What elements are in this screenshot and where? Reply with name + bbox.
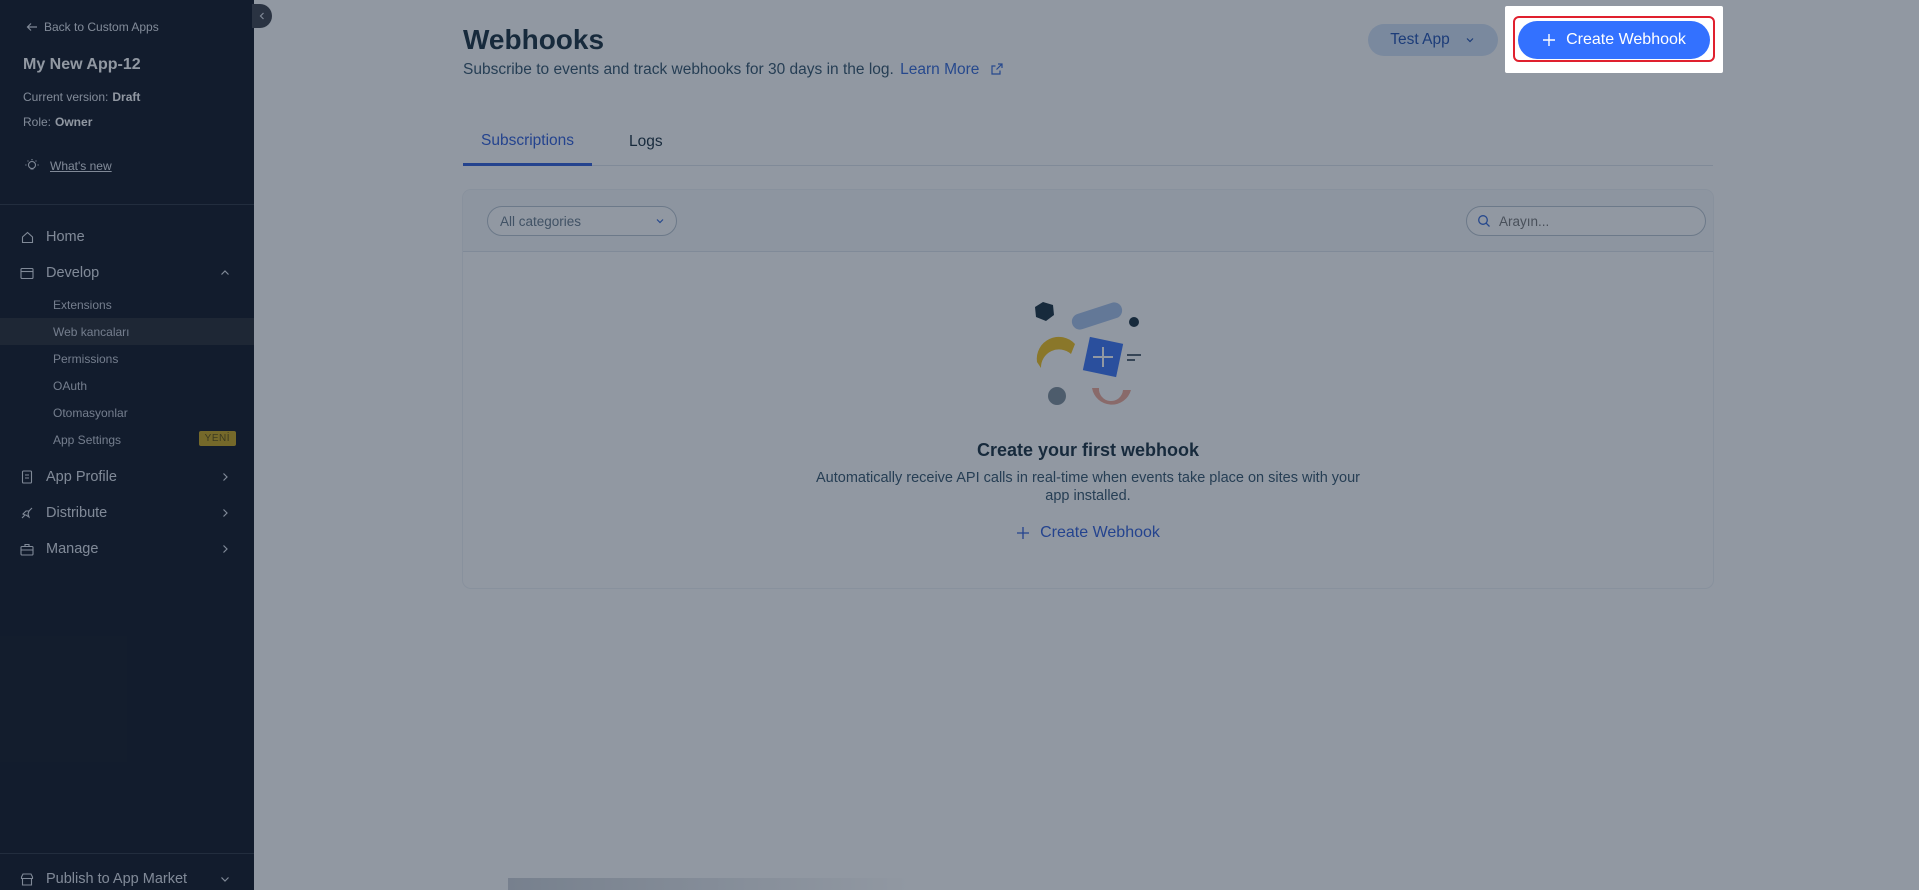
role-line: Role: Owner	[23, 115, 92, 129]
chevron-left-icon	[259, 12, 264, 20]
chevron-right-icon	[223, 473, 228, 481]
tab-label: Subscriptions	[481, 131, 575, 149]
sidebar-subitem-oauth[interactable]: OAuth	[0, 372, 254, 399]
sidebar-subitem-webhooks[interactable]: Web kancaları	[0, 318, 254, 345]
create-webhook-label: Create Webhook	[1566, 31, 1686, 48]
subitem-label: Extensions	[53, 297, 112, 312]
briefcase-icon	[20, 542, 34, 556]
page-title: Webhooks	[463, 24, 605, 55]
learn-more-label: Learn More	[900, 61, 980, 78]
learn-more-link[interactable]: Learn More	[900, 61, 1004, 78]
subitem-label: Otomasyonlar	[53, 405, 128, 420]
search-input[interactable]	[1499, 213, 1699, 229]
role-value: Owner	[55, 115, 93, 129]
back-to-custom-apps-link[interactable]: Back to Custom Apps	[26, 20, 159, 34]
sidebar-item-distribute[interactable]: Distribute	[0, 498, 254, 528]
sidebar-item-manage[interactable]: Manage	[0, 534, 254, 564]
sidebar-divider	[0, 853, 254, 854]
subitem-label: Permissions	[53, 351, 119, 366]
role-label: Role:	[23, 115, 52, 129]
sidebar-item-label: Distribute	[46, 505, 108, 521]
subitem-label: OAuth	[53, 378, 88, 393]
version-line: Current version: Draft	[23, 90, 140, 104]
version-value: Draft	[112, 90, 141, 104]
app-selector-label: Test App	[1390, 31, 1450, 48]
sidebar-subitem-permissions[interactable]: Permissions	[0, 345, 254, 372]
external-link-icon	[991, 63, 1003, 75]
sidebar-item-label: Develop	[46, 265, 100, 281]
chevron-down-icon	[1466, 38, 1474, 43]
new-badge: YENİ	[198, 431, 236, 446]
app-name: My New App-12	[23, 56, 141, 73]
empty-state-cta-label: Create Webhook	[1040, 524, 1160, 541]
whats-new-link[interactable]: What's new	[24, 158, 112, 174]
back-link-label: Back to Custom Apps	[44, 20, 159, 34]
plus-icon	[1017, 527, 1030, 539]
arrow-left-icon	[26, 23, 37, 31]
chevron-right-icon	[223, 545, 228, 553]
create-webhook-button[interactable]: Create Webhook	[1518, 21, 1710, 59]
sidebar-item-label: App Profile	[46, 469, 117, 485]
sidebar-item-develop[interactable]: Develop	[0, 258, 254, 288]
tab-label: Logs	[629, 133, 663, 150]
search-box[interactable]	[1466, 206, 1706, 236]
main-content: Webhooks Subscribe to events and track w…	[254, 0, 1919, 890]
sidebar-item-label: Manage	[46, 541, 99, 557]
whats-new-label: What's new	[50, 159, 112, 173]
sidebar-item-app-profile[interactable]: App Profile	[0, 462, 254, 492]
document-icon	[20, 470, 34, 484]
code-window-icon	[20, 266, 34, 280]
empty-state-title: Create your first webhook	[976, 440, 1200, 460]
empty-state-create-webhook-button[interactable]: Create Webhook	[463, 524, 1713, 542]
chevron-down-icon	[221, 877, 229, 882]
sidebar-item-label: Publish to App Market	[46, 871, 188, 887]
empty-state-description: Automatically receive API calls in real-…	[816, 470, 1360, 504]
sidebar-item-label: Home	[46, 229, 85, 245]
search-icon	[1478, 215, 1490, 227]
sidebar: Back to Custom Apps My New App-12 Curren…	[0, 0, 254, 890]
store-icon	[20, 872, 34, 886]
rocket-icon	[20, 506, 34, 520]
empty-state-illustration	[1035, 302, 1141, 405]
tab-bar: Subscriptions Logs	[463, 118, 1713, 166]
sidebar-subitem-automations[interactable]: Otomasyonlar	[0, 399, 254, 426]
lightbulb-icon	[25, 159, 39, 170]
app-selector-dropdown[interactable]: Test App	[1368, 24, 1498, 56]
subtitle-text: Subscribe to events and track webhooks f…	[463, 61, 894, 78]
subitem-label: App Settings	[53, 432, 122, 447]
chevron-up-icon	[221, 270, 229, 275]
sidebar-item-publish[interactable]: Publish to App Market	[0, 864, 254, 890]
version-label: Current version:	[23, 90, 109, 104]
chevron-down-icon	[656, 219, 664, 224]
sidebar-item-home[interactable]: Home	[0, 222, 254, 252]
sidebar-subitem-extensions[interactable]: Extensions	[0, 291, 254, 318]
scrollbar-hint	[508, 878, 908, 890]
sidebar-subitem-app-settings[interactable]: App Settings YENİ	[0, 426, 254, 453]
card-toolbar: All categories	[463, 190, 1713, 252]
category-select[interactable]: All categories	[487, 206, 677, 236]
category-select-value: All categories	[500, 213, 582, 229]
webhooks-card: All categories Create your first webhook…	[463, 190, 1713, 588]
home-icon	[20, 230, 34, 244]
plus-icon	[1543, 34, 1556, 46]
chevron-right-icon	[223, 509, 228, 517]
tab-logs[interactable]: Logs	[629, 118, 663, 166]
sidebar-divider	[0, 204, 254, 205]
subitem-label: Web kancaları	[53, 324, 130, 339]
tab-subscriptions[interactable]: Subscriptions	[463, 118, 593, 166]
page-subtitle: Subscribe to events and track webhooks f…	[463, 61, 1004, 79]
